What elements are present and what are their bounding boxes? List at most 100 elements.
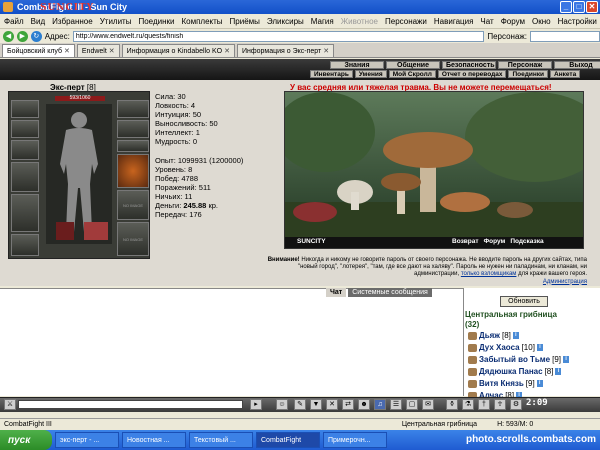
mage-icon[interactable]: ☥ (494, 399, 506, 410)
forward-icon[interactable]: ▶ (16, 30, 28, 42)
fight-icon[interactable]: ✕ (326, 399, 338, 410)
tab-close-icon[interactable]: ✕ (109, 47, 115, 55)
task-1[interactable]: Новостная ... (122, 432, 186, 448)
menu-item-13[interactable]: Форум (501, 17, 525, 26)
user-info-icon[interactable]: i (563, 356, 570, 363)
weapon-slot[interactable] (11, 162, 39, 192)
location-scene[interactable] (284, 91, 584, 249)
user-name[interactable]: Дядюшка Панас (479, 367, 543, 376)
menu-item-7[interactable]: Эликсиры (267, 17, 304, 26)
user-name[interactable]: Дьяж (479, 331, 500, 340)
menu-item-3[interactable]: Утилиты (100, 17, 132, 26)
ring2-slot[interactable] (117, 140, 149, 152)
url-input[interactable] (72, 30, 485, 42)
tab-close-icon[interactable]: ✕ (323, 47, 329, 55)
settings-icon[interactable]: ⚙ (510, 399, 522, 410)
user-name[interactable]: Дух Хаоса (479, 343, 520, 352)
menu-item-2[interactable]: Избранное (52, 17, 93, 26)
menu-item-1[interactable]: Вид (31, 17, 45, 26)
tab-0[interactable]: Бойцовский клуб ✕ (2, 44, 75, 57)
bottle-icon[interactable]: ⚱ (446, 399, 458, 410)
user-name[interactable]: Витя Князь (479, 379, 524, 388)
gloves-slot[interactable] (117, 100, 149, 118)
scene-link-1[interactable]: Форум (484, 238, 506, 245)
user-info-icon[interactable]: i (555, 368, 562, 375)
eraser-icon[interactable]: ✎ (294, 399, 306, 410)
trade-icon[interactable]: ⇄ (342, 399, 354, 410)
earring-slot[interactable] (11, 120, 39, 138)
menu-item-6[interactable]: Приёмы (230, 17, 260, 26)
menu-item-8[interactable]: Магия (311, 17, 334, 26)
smile-icon[interactable]: ☺ (276, 399, 288, 410)
filter-icon[interactable]: ▼ (310, 399, 322, 410)
room-user[interactable]: Дядюшка Панас [8] i (468, 367, 562, 376)
refresh-button[interactable]: Обновить (500, 296, 548, 307)
send-icon[interactable]: ▸ (250, 399, 262, 410)
room-user[interactable]: Дьяж [8] i (468, 331, 519, 340)
subnav-5[interactable]: Анкета (550, 70, 581, 78)
chat-mode-icon[interactable]: ⚔ (4, 399, 16, 410)
subnav-3[interactable]: Отчет о переводах (437, 70, 507, 78)
group-icon[interactable]: ☻ (358, 399, 370, 410)
menu-item-14[interactable]: Окно (532, 17, 551, 26)
topnav-4[interactable]: Выход (554, 61, 600, 69)
music-icon[interactable]: ♫ (374, 399, 386, 410)
ring-slot[interactable] (117, 120, 149, 138)
tab-2[interactable]: Информация о Kindabello KO ✕ (121, 44, 235, 57)
topnav-2[interactable]: Безопасность (442, 61, 496, 69)
topnav-3[interactable]: Персонаж (498, 61, 552, 69)
task-4[interactable]: Примерочн... (323, 432, 387, 448)
menu-item-0[interactable]: Файл (4, 17, 24, 26)
refresh-icon[interactable]: ↻ (30, 30, 42, 42)
menu-item-9[interactable]: Животное (341, 17, 378, 26)
persona-input[interactable] (530, 30, 600, 42)
thieves-link[interactable]: только взломщикам (461, 271, 517, 277)
task-2[interactable]: Текстовый ... (189, 432, 253, 448)
scene-link-2[interactable]: Подсказка (510, 238, 543, 245)
back-icon[interactable]: ◀ (3, 30, 14, 42)
notes-icon[interactable]: ✉ (422, 399, 434, 410)
menu-item-5[interactable]: Комплекты (181, 17, 222, 26)
subnav-2[interactable]: Мой Скролл (388, 70, 436, 78)
minimize-button[interactable]: _ (560, 1, 572, 13)
admin-link[interactable]: Администрация (543, 279, 587, 285)
chat-input[interactable] (18, 400, 243, 409)
user-info-icon[interactable]: i (536, 344, 543, 351)
armor-slot[interactable] (11, 194, 39, 232)
tab-1[interactable]: Endwelt ✕ (76, 44, 120, 57)
user-info-icon[interactable]: i (512, 332, 519, 339)
close-button[interactable]: ✕ (586, 1, 598, 13)
belt-slot[interactable] (11, 234, 39, 256)
subnav-4[interactable]: Поединки (508, 70, 549, 78)
user-info-icon[interactable]: i (536, 380, 543, 387)
scroll-icon[interactable]: ☰ (390, 399, 402, 410)
task-3[interactable]: CombatFight (256, 432, 320, 448)
menu-item-15[interactable]: Настройки (558, 17, 597, 26)
empty-slot-2[interactable]: NO IMAGE (117, 222, 149, 256)
subnav-1[interactable]: Умения (354, 70, 387, 78)
maximize-button[interactable]: □ (573, 1, 585, 13)
empty-slot-1[interactable]: NO IMAGE (117, 190, 149, 220)
scene-link-0[interactable]: Возврат (452, 238, 479, 245)
tab-close-icon[interactable]: ✕ (224, 47, 230, 55)
start-button[interactable]: пуск (0, 430, 52, 450)
tab-3[interactable]: Информация о Экс-перт ✕ (236, 44, 335, 57)
menu-item-12[interactable]: Чат (480, 17, 493, 26)
chat-tab-1[interactable]: Системные сообщения (348, 288, 432, 297)
room-user[interactable]: Витя Князь [9] i (468, 379, 543, 388)
sword-icon[interactable]: † (478, 399, 490, 410)
shield-slot[interactable] (117, 154, 149, 188)
window-icon[interactable]: ▢ (406, 399, 418, 410)
helmet-slot[interactable] (11, 100, 39, 118)
topnav-1[interactable]: Общение (386, 61, 440, 69)
amulet-slot[interactable] (11, 140, 39, 160)
tab-close-icon[interactable]: ✕ (64, 47, 70, 55)
room-user[interactable]: Забытый во Тьме [9] i (468, 355, 570, 364)
room-user[interactable]: Дух Хаоса [10] i (468, 343, 543, 352)
user-name[interactable]: Забытый во Тьме (479, 355, 550, 364)
subnav-0[interactable]: Инвентарь (310, 70, 353, 78)
potion-icon[interactable]: ⚗ (462, 399, 474, 410)
menu-item-11[interactable]: Навигация (434, 17, 474, 26)
topnav-0[interactable]: Знания (330, 61, 384, 69)
chat-tab-0[interactable]: Чат (326, 288, 347, 297)
